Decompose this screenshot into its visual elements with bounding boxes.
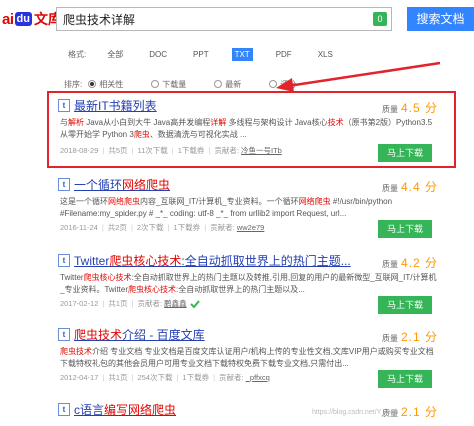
download-button[interactable]: 马上下载	[378, 144, 432, 162]
sort-downloads[interactable]: 下载量	[151, 79, 186, 90]
contributor-label: 贡献者:	[137, 299, 163, 308]
format-txt[interactable]: TXT	[231, 47, 253, 61]
logo-du: du	[14, 12, 32, 26]
sort-newest[interactable]: 最新	[214, 79, 241, 90]
result-downloads: 2次下载	[136, 223, 164, 232]
search-count-badge: 0	[373, 12, 387, 26]
result-cost: 1下载券	[182, 373, 210, 382]
blog-watermark: https://blog.csdn.net/Y_ingh	[312, 409, 399, 416]
txt-file-icon: t	[58, 403, 70, 416]
result-date: 2016-11-24	[60, 223, 98, 232]
result-title[interactable]: Twitter爬虫核心技术:全自动抓取世界上的热门主题...	[74, 252, 351, 269]
quality-value: 4.4 分	[401, 180, 439, 194]
sort-label: 排序:	[64, 79, 83, 89]
txt-file-icon: t	[58, 178, 70, 191]
format-doc[interactable]: DOC	[146, 48, 170, 61]
format-filter-bar: 格式: 全部 DOC PPT TXT PDF XLS	[56, 44, 456, 64]
contributor-link[interactable]: ww2e79	[237, 223, 265, 232]
result-title[interactable]: 一个循环网络爬虫	[74, 176, 170, 193]
quality-value: 4.5 分	[401, 101, 439, 115]
result-snippet: 这是一个循环网络爬虫内容_互联网_IT/计算机_专业资料。一个循环网络爬虫 #!…	[60, 197, 393, 218]
result-meta: 2017-02-12 | 共1页 | 贡献者: 鹏鑫鑫	[60, 298, 200, 309]
quality-value: 4.2 分	[401, 256, 439, 270]
result-date: 2017-02-12	[60, 299, 99, 308]
result-downloads: 11次下载	[137, 146, 168, 155]
verified-check-icon	[189, 300, 200, 309]
search-box[interactable]: 0	[56, 7, 392, 31]
result-pages: 共1页	[108, 373, 128, 382]
sort-downloads-label: 下载量	[162, 79, 187, 89]
result-meta: 2018-08-29 | 共5页 | 11次下载 | 1下载券 | 贡献者: 冷鱼一号ITb	[60, 146, 282, 155]
quality-label: 质量	[382, 105, 398, 114]
contributor-label: 贡献者:	[219, 373, 244, 382]
quality-score: 质量 4.5 分	[382, 99, 438, 116]
format-xls[interactable]: XLS	[315, 48, 336, 61]
result-title[interactable]: c语言编写网络爬虫	[74, 401, 176, 418]
result-meta: 2016-11-24 | 共2页 | 2次下载 | 1下载券 | 贡献者: ww2e79	[60, 223, 265, 232]
radio-relevance[interactable]	[88, 80, 97, 88]
result-snippet: Twitter爬虫核心技术:全自动抓取世界上的热门主题以及转推,引用,回复的用户…	[60, 273, 437, 294]
contributor-link[interactable]: 鹏鑫鑫	[164, 299, 187, 308]
search-input[interactable]	[63, 11, 363, 27]
txt-file-icon: t	[58, 99, 70, 112]
result-date: 2012-04-17	[60, 373, 99, 382]
download-button[interactable]: 马上下载	[378, 370, 432, 388]
result-pages: 共2页	[107, 223, 127, 232]
result-meta: 2012-04-17 | 共1页 | 254次下载 | 1下载券 | 贡献者: _pffxcq	[60, 373, 270, 382]
sort-newest-label: 最新	[225, 79, 242, 89]
sort-rating[interactable]: 评分	[269, 79, 296, 90]
contributor-label: 贡献者:	[214, 146, 239, 155]
baidu-wenku-logo[interactable]: ai du 文库	[2, 9, 62, 29]
result-snippet: 与解析 Java从小白到大牛 Java高并发编程详解 多线程与架构设计 Java…	[60, 118, 433, 139]
search-button[interactable]: 搜索文档	[407, 7, 474, 31]
sort-relevance[interactable]: 相关性	[88, 79, 123, 90]
format-label: 格式:	[68, 49, 87, 59]
result-snippet: 爬虫技术介绍 专业文档 专业文档是百度文库认证用户/机构上传的专业性文档,文库V…	[60, 347, 434, 368]
result-title[interactable]: 爬虫技术介绍 - 百度文库	[74, 326, 205, 343]
result-downloads: 254次下载	[137, 373, 173, 382]
quality-score: 质量 4.4 分	[382, 178, 438, 195]
sort-relevance-label: 相关性	[99, 79, 124, 89]
quality-score: 质量 4.2 分	[382, 254, 438, 271]
sort-rating-label: 评分	[280, 79, 297, 89]
result-cost: 1下载券	[177, 146, 205, 155]
download-button[interactable]: 马上下载	[378, 296, 432, 314]
quality-label: 质量	[382, 184, 398, 193]
result-date: 2018-08-29	[60, 146, 99, 155]
contributor-link[interactable]: _pffxcq	[246, 373, 270, 382]
format-ppt[interactable]: PPT	[190, 48, 212, 61]
result-cost: 1下载券	[173, 223, 201, 232]
quality-label: 质量	[382, 334, 398, 343]
radio-newest[interactable]	[214, 80, 223, 88]
logo-prefix: ai	[2, 10, 14, 28]
quality-score: 质量 2.1 分	[382, 328, 438, 345]
format-pdf[interactable]: PDF	[273, 48, 295, 61]
format-all[interactable]: 全部	[104, 47, 126, 62]
radio-downloads[interactable]	[151, 80, 160, 88]
radio-rating[interactable]	[269, 80, 278, 88]
sort-bar: 排序: 相关性 下载量 最新 评分	[40, 76, 460, 92]
contributor-link[interactable]: 冷鱼一号ITb	[241, 146, 282, 155]
download-button[interactable]: 马上下载	[378, 220, 432, 238]
txt-file-icon: t	[58, 328, 70, 341]
header: ai du 文库 0 搜索文档	[0, 0, 474, 38]
quality-value: 2.1 分	[401, 330, 439, 344]
txt-file-icon: t	[58, 254, 70, 267]
result-title-text: 最新IT书籍列表	[74, 99, 157, 113]
result-pages: 共5页	[108, 146, 128, 155]
result-title[interactable]: 最新IT书籍列表	[74, 97, 157, 114]
quality-label: 质量	[382, 260, 398, 269]
quality-value: 2.1 分	[401, 405, 439, 419]
result-pages: 共1页	[108, 299, 128, 308]
contributor-label: 贡献者:	[210, 223, 235, 232]
